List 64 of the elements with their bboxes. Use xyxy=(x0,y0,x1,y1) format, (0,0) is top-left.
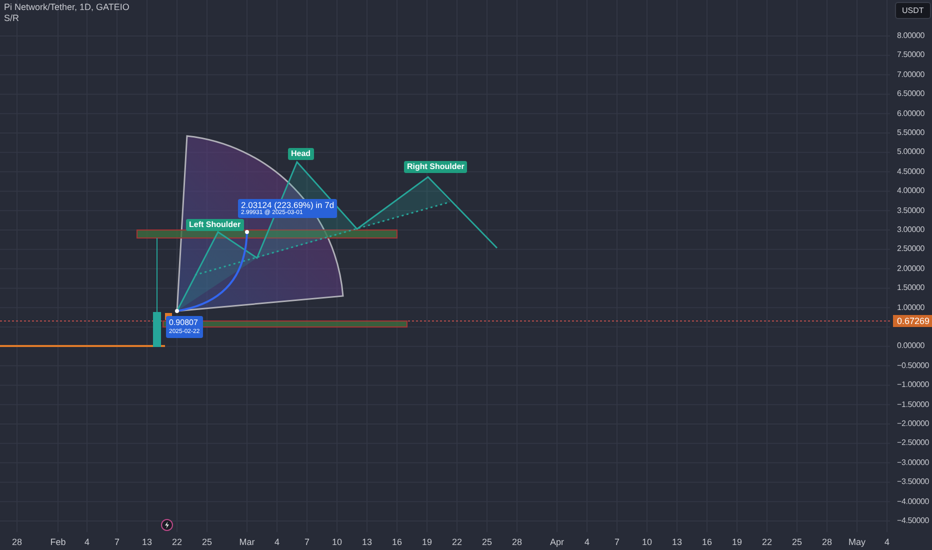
time-axis-label: 4 xyxy=(584,538,590,547)
price-axis-label: 6.00000 xyxy=(897,110,925,118)
price-axis-label: −4.50000 xyxy=(897,517,929,525)
time-axis-label: 25 xyxy=(792,538,802,547)
currency-button[interactable]: USDT xyxy=(895,2,931,19)
price-axis-label: −3.00000 xyxy=(897,458,929,467)
time-axis-label: May xyxy=(848,538,866,547)
time-axis-label: 22 xyxy=(762,538,772,547)
price-axis-label: 1.00000 xyxy=(897,304,925,312)
time-axis-label: 7 xyxy=(614,538,620,547)
time-axis-label: 10 xyxy=(642,538,652,547)
price-axis-label: −3.50000 xyxy=(897,478,929,486)
time-axis-label: Apr xyxy=(550,538,564,547)
price-change-text: 2.03124 (223.69%) in 7d xyxy=(241,200,334,210)
price-axis-label: −1.50000 xyxy=(897,400,929,409)
time-axis-label: 4 xyxy=(84,538,90,547)
time-axis-label: 28 xyxy=(822,538,832,547)
time-axis-label: 4 xyxy=(274,538,280,547)
time-axis-label: 22 xyxy=(452,538,462,547)
time-axis-label: 13 xyxy=(142,538,152,547)
pattern-label: Left Shoulder xyxy=(186,219,244,231)
pattern-label: Right Shoulder xyxy=(404,161,468,173)
pattern-label: Head xyxy=(288,148,314,160)
time-axis-label: 10 xyxy=(332,538,342,547)
price-axis-label: 4.00000 xyxy=(897,187,925,196)
time-axis-label: 25 xyxy=(482,538,492,547)
price-axis-label: 3.50000 xyxy=(897,206,925,215)
price-axis-label: −4.00000 xyxy=(897,498,929,506)
time-axis-label: 7 xyxy=(114,538,120,547)
lightning-icon[interactable] xyxy=(161,519,173,531)
time-axis-label: 28 xyxy=(512,538,522,547)
price-axis-label: 7.50000 xyxy=(897,51,925,60)
time-axis-label: 16 xyxy=(392,538,402,547)
time-axis-label: 7 xyxy=(304,538,310,547)
time-axis-label: 19 xyxy=(732,538,742,547)
time-axis-label: 28 xyxy=(12,538,22,547)
time-axis-label: 16 xyxy=(702,538,712,547)
time-axis-label: 25 xyxy=(202,538,212,547)
price-axis-label: 2.50000 xyxy=(897,245,925,254)
price-axis-label: 3.00000 xyxy=(897,226,925,234)
price-axis-label: 5.00000 xyxy=(897,148,925,156)
time-axis-label: 22 xyxy=(172,538,182,547)
time-axis-label: 13 xyxy=(362,538,372,547)
anchor-price-text: 0.90807 xyxy=(169,318,199,328)
time-axis-label: Mar xyxy=(239,538,255,547)
price-axis-label: 1.50000 xyxy=(897,284,925,292)
indicator-label[interactable]: S/R xyxy=(4,14,130,23)
price-axis-label: 8.00000 xyxy=(897,32,925,40)
price-axis-label: 6.50000 xyxy=(897,90,925,98)
time-axis-label: Feb xyxy=(50,538,66,547)
time-axis-label: 19 xyxy=(422,538,432,547)
last-price-tag: 0.67269 xyxy=(893,315,932,327)
time-axis-label: 13 xyxy=(672,538,682,547)
price-axis-label: −2.50000 xyxy=(897,439,929,448)
price-axis-label: 2.00000 xyxy=(897,264,925,273)
price-axis-label: 5.50000 xyxy=(897,129,925,137)
price-axis-label: 7.00000 xyxy=(897,70,925,79)
price-axis-label: 0.00000 xyxy=(897,342,925,350)
chart-title: Pi Network/Tether, 1D, GATEIO xyxy=(4,3,130,12)
time-axis-label: 4 xyxy=(884,538,890,547)
price-axis-label: −0.50000 xyxy=(897,362,929,370)
price-axis-label: −2.00000 xyxy=(897,420,929,428)
price-axis-label: 4.50000 xyxy=(897,168,925,176)
price-axis-label: −1.00000 xyxy=(897,381,929,390)
